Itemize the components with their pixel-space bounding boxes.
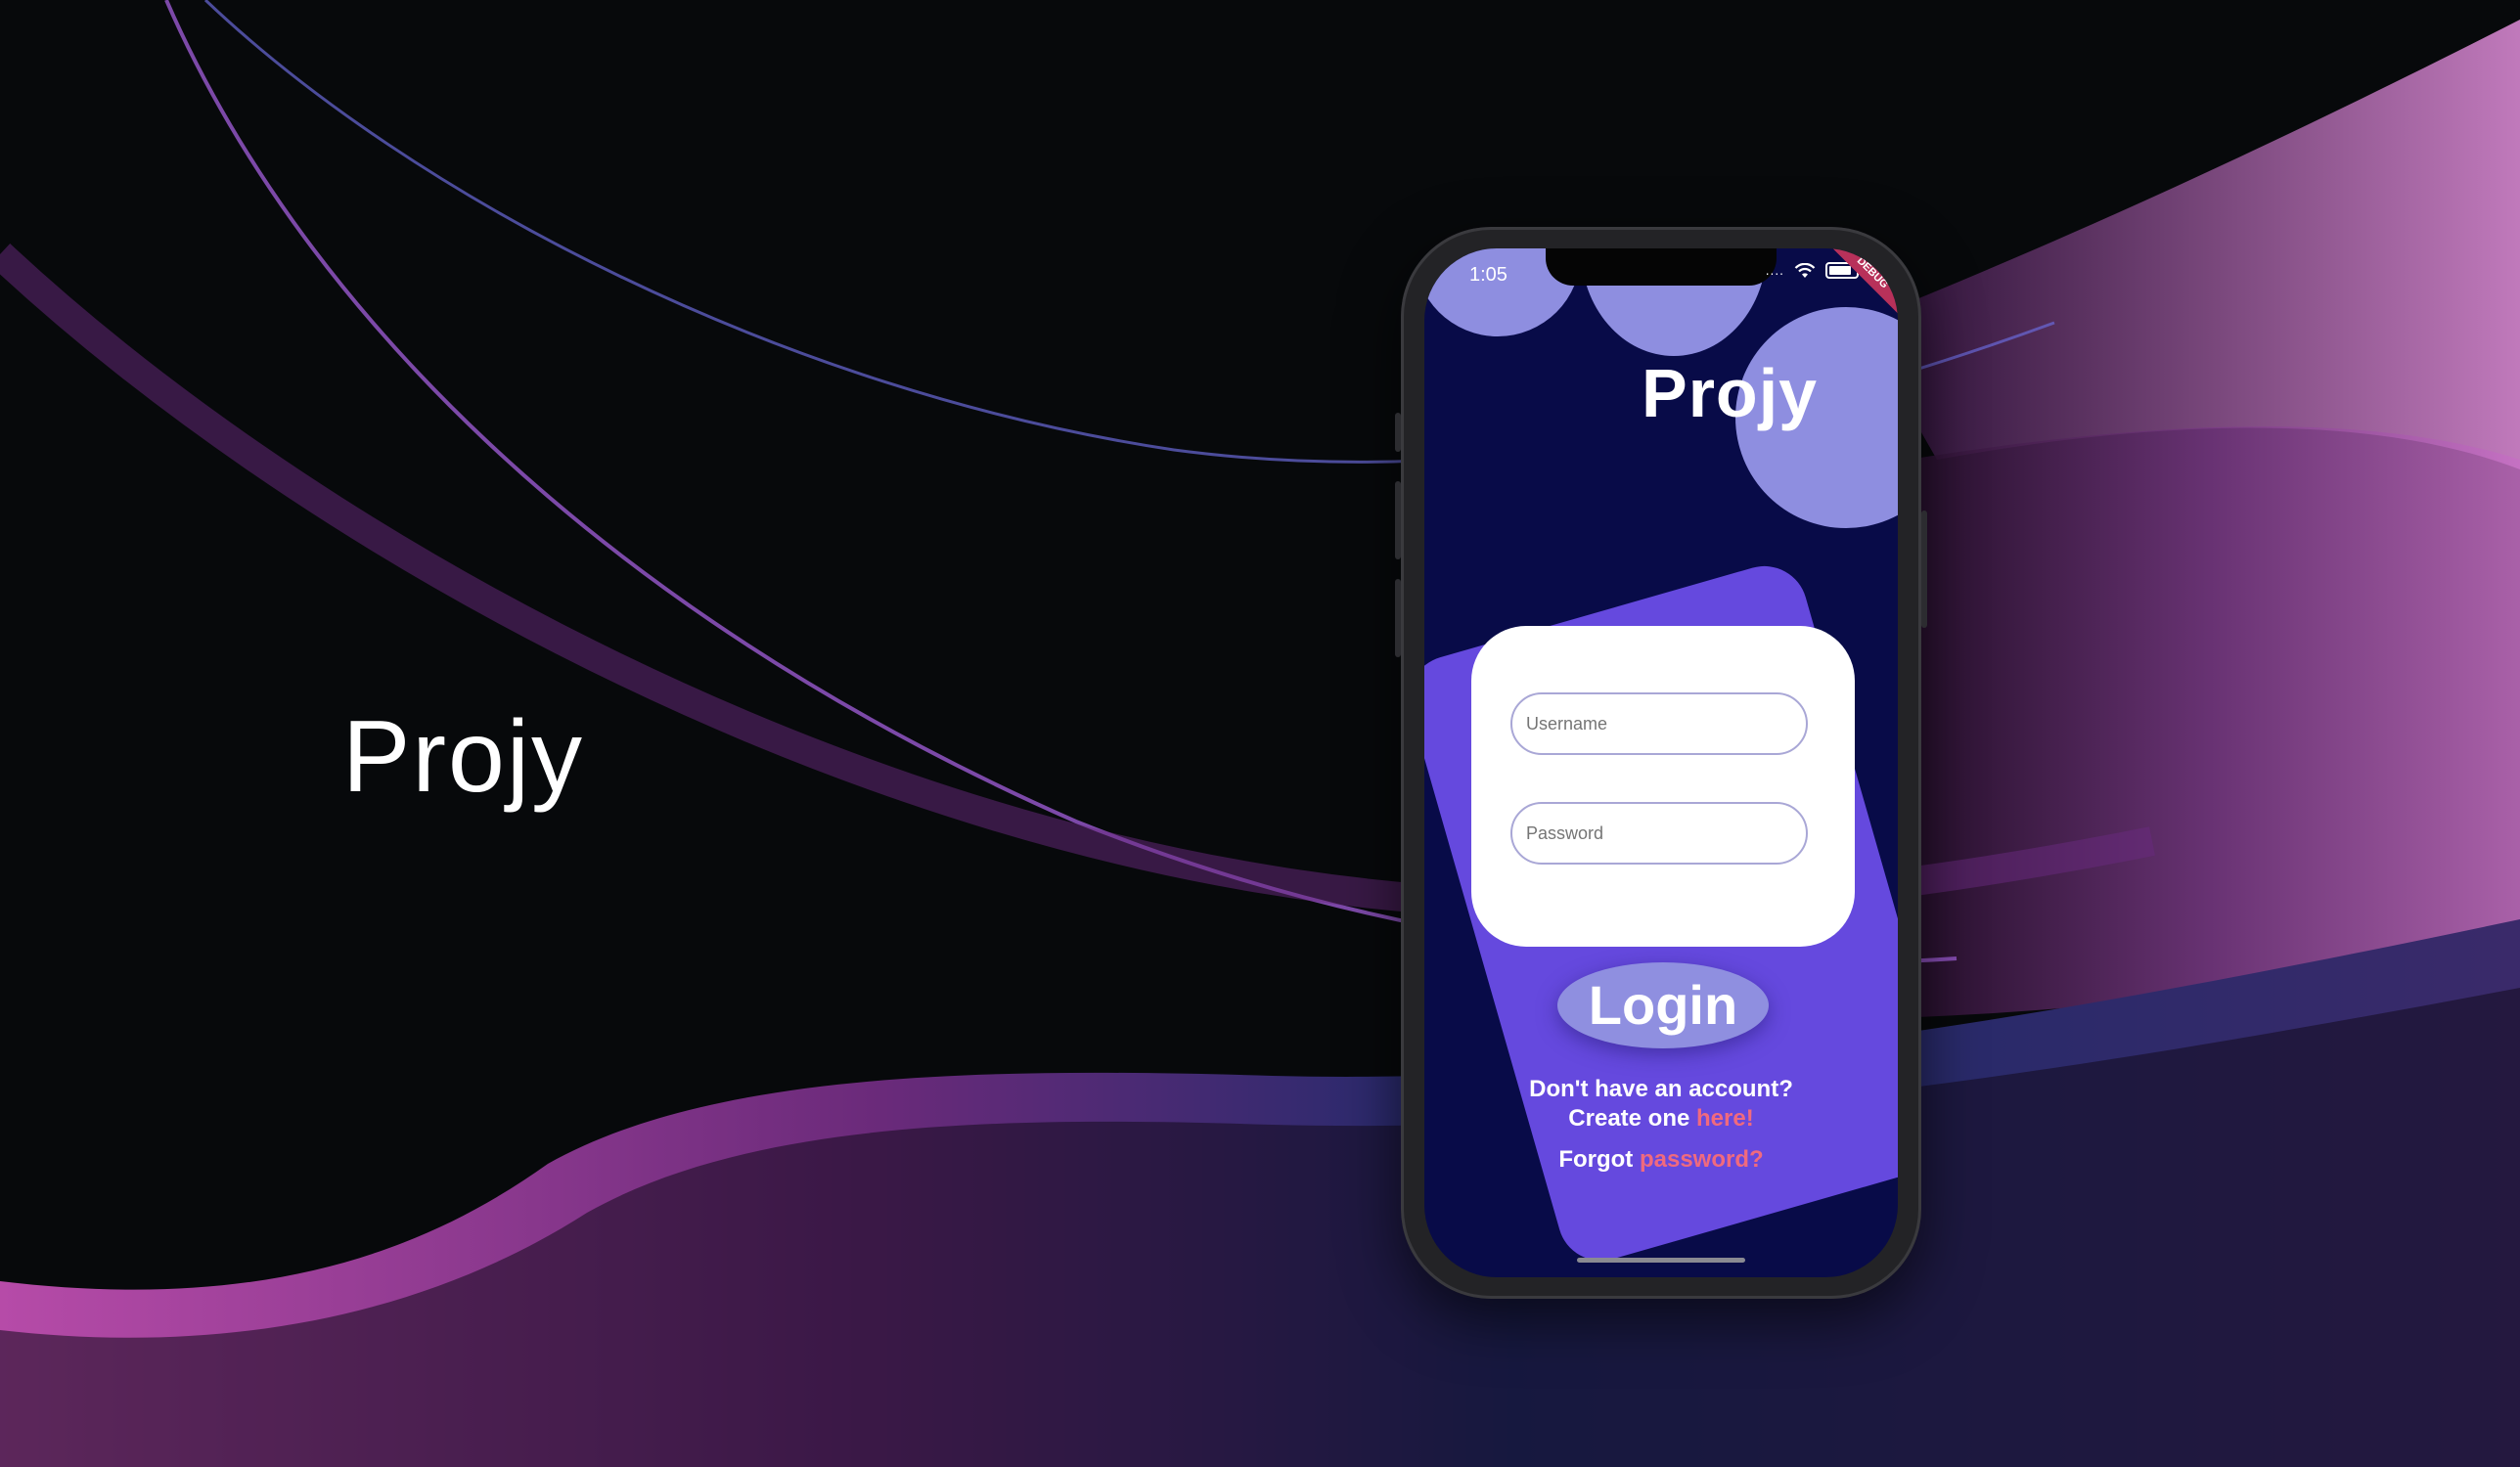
- hero-title: Projy: [342, 700, 584, 814]
- login-form-card: [1471, 626, 1855, 947]
- home-indicator: [1577, 1258, 1745, 1263]
- forgot-prefix: Forgot: [1558, 1146, 1640, 1173]
- create-account-line: Create one here!: [1424, 1105, 1898, 1133]
- username-input[interactable]: [1510, 692, 1808, 755]
- app-title: Projy: [1642, 355, 1819, 431]
- forgot-password-line: Forgot password?: [1424, 1146, 1898, 1174]
- app-screen: 1:05 .... DEBUG Projy Login Don't have a…: [1424, 248, 1898, 1277]
- wifi-icon: [1794, 262, 1816, 278]
- status-icons: ....: [1766, 262, 1859, 279]
- volume-up-button: [1395, 481, 1401, 559]
- create-account-link[interactable]: here!: [1696, 1105, 1754, 1132]
- no-account-text: Don't have an account?: [1529, 1076, 1793, 1102]
- power-button: [1921, 511, 1927, 628]
- login-button[interactable]: Login: [1557, 962, 1769, 1048]
- password-input[interactable]: [1510, 802, 1808, 865]
- signal-dots: ....: [1765, 263, 1784, 278]
- notch: [1546, 248, 1777, 286]
- forgot-password-link[interactable]: password?: [1640, 1146, 1764, 1173]
- create-account-prefix: Create one: [1568, 1105, 1697, 1132]
- phone-mockup: 1:05 .... DEBUG Projy Login Don't have a…: [1395, 227, 1927, 1299]
- status-time: 1:05: [1469, 264, 1508, 286]
- volume-down-button: [1395, 579, 1401, 657]
- silent-switch: [1395, 413, 1401, 452]
